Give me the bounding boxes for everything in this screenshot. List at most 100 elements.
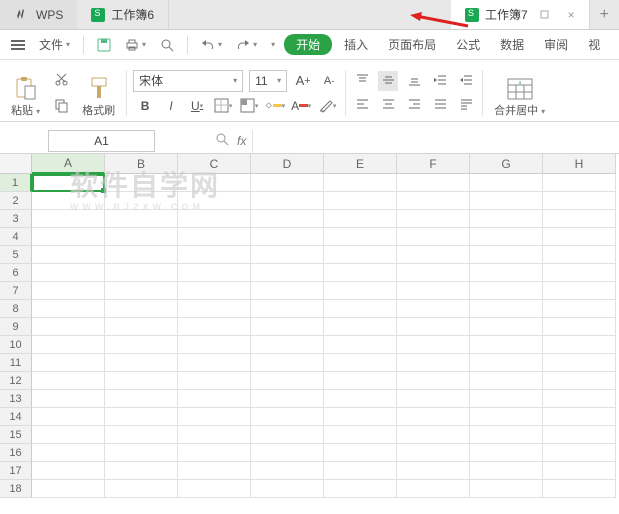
grid-cell[interactable] [105,336,178,354]
grid-cell[interactable] [397,300,470,318]
grid-cell[interactable] [178,336,251,354]
grid-cell[interactable] [470,372,543,390]
row-header[interactable]: 12 [0,372,32,390]
tab-insert[interactable]: 插入 [336,33,376,56]
grid-cell[interactable] [324,372,397,390]
grid-cell[interactable] [397,354,470,372]
grid-cell[interactable] [470,228,543,246]
grid-cell[interactable] [324,282,397,300]
row-header[interactable]: 1 [0,174,32,192]
column-header[interactable]: D [251,154,324,174]
grid-cell[interactable] [105,408,178,426]
grid-cell[interactable] [105,246,178,264]
save-button[interactable] [92,35,116,55]
italic-button[interactable]: I [161,96,181,116]
grid-cell[interactable] [397,444,470,462]
undo-button[interactable]: ▾ [196,35,227,55]
grid-cell[interactable] [32,372,105,390]
cut-button[interactable] [51,70,71,90]
row-header[interactable]: 3 [0,210,32,228]
grid-cell[interactable] [178,354,251,372]
grid-cell[interactable] [470,354,543,372]
grid-cell[interactable] [251,246,324,264]
row-header[interactable]: 5 [0,246,32,264]
grid-cell[interactable] [324,408,397,426]
grid-cell[interactable] [32,444,105,462]
print-preview-button[interactable] [155,35,179,55]
column-header[interactable]: E [324,154,397,174]
grid-cell[interactable] [543,174,616,192]
restore-window-icon[interactable] [534,10,556,20]
close-tab-icon[interactable]: × [568,8,575,22]
grid-cell[interactable] [251,444,324,462]
paste-button[interactable]: 粘贴 ▾ [6,66,45,120]
grid-cell[interactable] [105,372,178,390]
align-top-button[interactable] [352,71,372,91]
grid-cell[interactable] [32,462,105,480]
increase-font-button[interactable]: A+ [293,71,313,91]
orientation-button[interactable] [456,95,476,115]
tab-page-layout[interactable]: 页面布局 [380,33,444,56]
row-header[interactable]: 4 [0,228,32,246]
grid-cell[interactable] [251,336,324,354]
column-header[interactable]: F [397,154,470,174]
grid-cell[interactable] [251,282,324,300]
grid-cell[interactable] [32,354,105,372]
grid-cell[interactable] [32,390,105,408]
decrease-font-button[interactable]: A- [319,71,339,91]
fx-label[interactable]: fx [237,134,246,148]
clear-format-button[interactable]: ▾ [317,96,337,116]
grid-cell[interactable] [251,390,324,408]
grid-cell[interactable] [324,354,397,372]
grid-cell[interactable] [105,174,178,192]
tab-start[interactable]: 开始 [284,34,332,55]
grid-cell[interactable] [32,246,105,264]
grid-cell[interactable] [543,282,616,300]
grid-cell[interactable] [397,246,470,264]
grid-cell[interactable] [178,372,251,390]
grid-cell[interactable] [178,264,251,282]
cell-style-button[interactable]: ▾ [239,96,259,116]
grid-cell[interactable] [543,300,616,318]
row-header[interactable]: 2 [0,192,32,210]
bold-button[interactable]: B [135,96,155,116]
print-button[interactable]: ▾ [120,35,151,55]
copy-button[interactable] [51,96,71,116]
select-all-corner[interactable] [0,154,32,174]
grid-cell[interactable] [324,390,397,408]
column-header[interactable]: C [178,154,251,174]
grid-cell[interactable] [178,444,251,462]
grid-cell[interactable] [105,318,178,336]
tab-data[interactable]: 数据 [492,33,532,56]
grid-cell[interactable] [397,192,470,210]
grid-cell[interactable] [251,426,324,444]
font-color-button[interactable]: A▾ [291,96,311,116]
grid-cell[interactable] [397,426,470,444]
grid-cell[interactable] [178,426,251,444]
column-header[interactable]: B [105,154,178,174]
grid-cell[interactable] [324,210,397,228]
grid-cell[interactable] [105,480,178,498]
grid-cell[interactable] [178,210,251,228]
grid-cell[interactable] [105,444,178,462]
grid-cell[interactable] [543,426,616,444]
grid-cell[interactable] [470,426,543,444]
grid-cell[interactable] [470,408,543,426]
grid-cell[interactable] [397,480,470,498]
grid-cell[interactable] [324,300,397,318]
grid-cell[interactable] [470,318,543,336]
redo-button[interactable]: ▾ [231,35,262,55]
align-center-button[interactable] [378,95,398,115]
grid-cell[interactable] [324,264,397,282]
grid-cell[interactable] [543,390,616,408]
grid-cell[interactable] [324,462,397,480]
row-header[interactable]: 10 [0,336,32,354]
grid-cell[interactable] [178,318,251,336]
grid-cell[interactable] [470,444,543,462]
overflow-menu[interactable]: ▾ [266,37,280,52]
align-right-button[interactable] [404,95,424,115]
grid-cell[interactable] [105,228,178,246]
grid-cell[interactable] [324,174,397,192]
grid-cell[interactable] [178,462,251,480]
decrease-indent-button[interactable] [430,71,450,91]
